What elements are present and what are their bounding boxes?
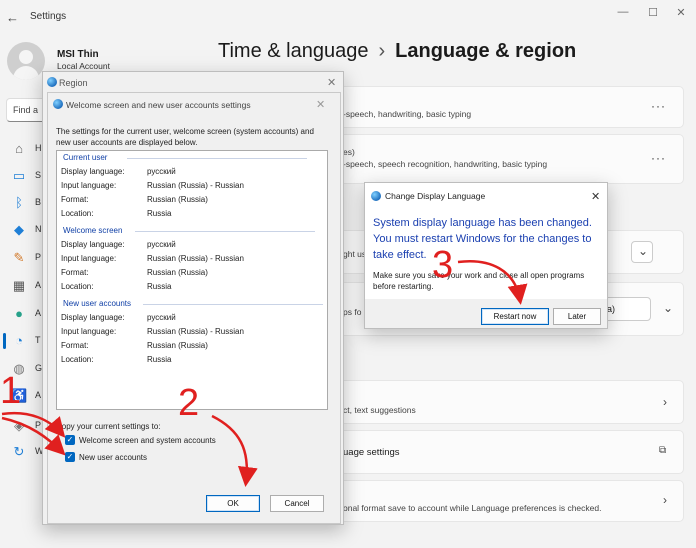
annotation-number-2: 2 xyxy=(178,382,200,424)
annotation-number-3: 3 xyxy=(432,244,454,286)
arrow-3 xyxy=(457,260,528,305)
arrow-1a xyxy=(1,411,66,438)
annotation-number-1: 1 xyxy=(0,370,22,412)
arrow-1b xyxy=(1,416,66,456)
arrow-2 xyxy=(211,414,258,487)
annotation-arrows xyxy=(1,260,528,487)
